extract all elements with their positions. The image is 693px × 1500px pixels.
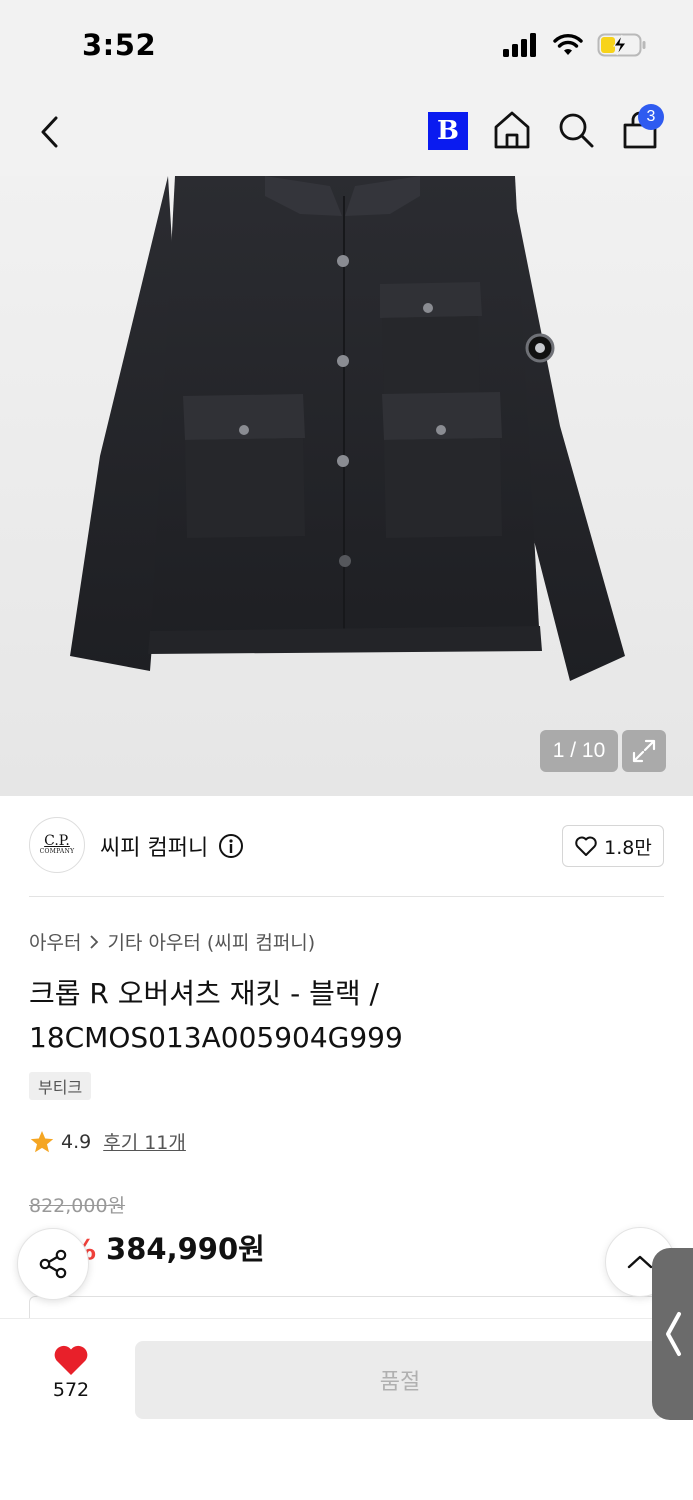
share-button[interactable] <box>17 1228 89 1300</box>
product-image[interactable] <box>0 176 693 796</box>
divider <box>29 896 664 897</box>
home-icon <box>494 111 530 149</box>
expand-image-button[interactable] <box>622 730 666 772</box>
product-title: 크롭 R 오버셔츠 재킷 - 블랙 / 18CMOS013A005904G999 <box>29 977 403 1054</box>
chevron-left-icon <box>665 1312 681 1356</box>
brand-info-button[interactable] <box>218 833 244 859</box>
signal-icon <box>503 33 536 57</box>
original-price: 822,000원 <box>29 1195 126 1217</box>
status-icons <box>503 32 647 58</box>
bottom-bar: 572 품절 <box>0 1318 693 1500</box>
back-button[interactable] <box>30 110 70 154</box>
share-icon <box>39 1249 67 1279</box>
back-arrow-icon <box>41 116 58 148</box>
brand-logo[interactable]: C.P. COMPANY <box>29 817 85 873</box>
cart-count-badge: 3 <box>638 104 664 130</box>
status-time: 3:52 <box>82 28 157 62</box>
wishlist-count: 572 <box>52 1379 90 1401</box>
jacket-illustration <box>70 176 625 681</box>
image-counter: 1 / 10 <box>540 730 618 772</box>
battery-icon <box>597 33 646 57</box>
brand-row: C.P. COMPANY 씨피 컴퍼니 1.8만 <box>0 796 693 896</box>
rating-value: 4.9 <box>61 1130 92 1153</box>
search-button[interactable] <box>554 108 598 152</box>
brand-logo-mark: C.P. <box>44 833 70 849</box>
brand-like-count: 1.8만 <box>604 836 652 859</box>
rating: 4.9 후기 11개 <box>29 1128 186 1155</box>
sale-price: 384,990원 <box>106 1232 265 1266</box>
info-icon <box>219 834 243 858</box>
heart-filled-icon <box>54 1345 88 1375</box>
brand-name[interactable]: 씨피 컴퍼니 <box>100 830 208 862</box>
brand-b-button[interactable]: B <box>428 112 468 150</box>
chevron-up-icon <box>627 1255 653 1269</box>
brand-logo-sub: COMPANY <box>39 848 75 855</box>
chevron-right-icon <box>90 934 99 949</box>
nav-bar: B <box>0 90 693 176</box>
star-icon <box>30 1130 54 1152</box>
expand-icon <box>632 739 656 763</box>
wishlist-button[interactable]: 572 <box>40 1343 102 1413</box>
status-bar: 3:52 <box>0 0 693 90</box>
home-button[interactable] <box>490 108 534 152</box>
breadcrumb-category[interactable]: 아우터 <box>29 928 81 955</box>
soldout-button[interactable]: 품절 <box>135 1341 665 1419</box>
search-icon <box>559 113 594 148</box>
brand-like-button[interactable]: 1.8만 <box>562 825 664 867</box>
breadcrumb-subcategory[interactable]: 기타 아우터 (씨피 컴퍼니) <box>107 928 315 955</box>
heart-outline-icon <box>575 836 597 856</box>
boutique-tag: 부티크 <box>29 1072 92 1100</box>
wifi-icon <box>553 34 583 55</box>
side-panel-handle[interactable] <box>652 1248 693 1420</box>
breadcrumb: 아우터 기타 아우터 (씨피 컴퍼니) <box>29 928 315 955</box>
review-link[interactable]: 후기 11개 <box>103 1128 186 1155</box>
